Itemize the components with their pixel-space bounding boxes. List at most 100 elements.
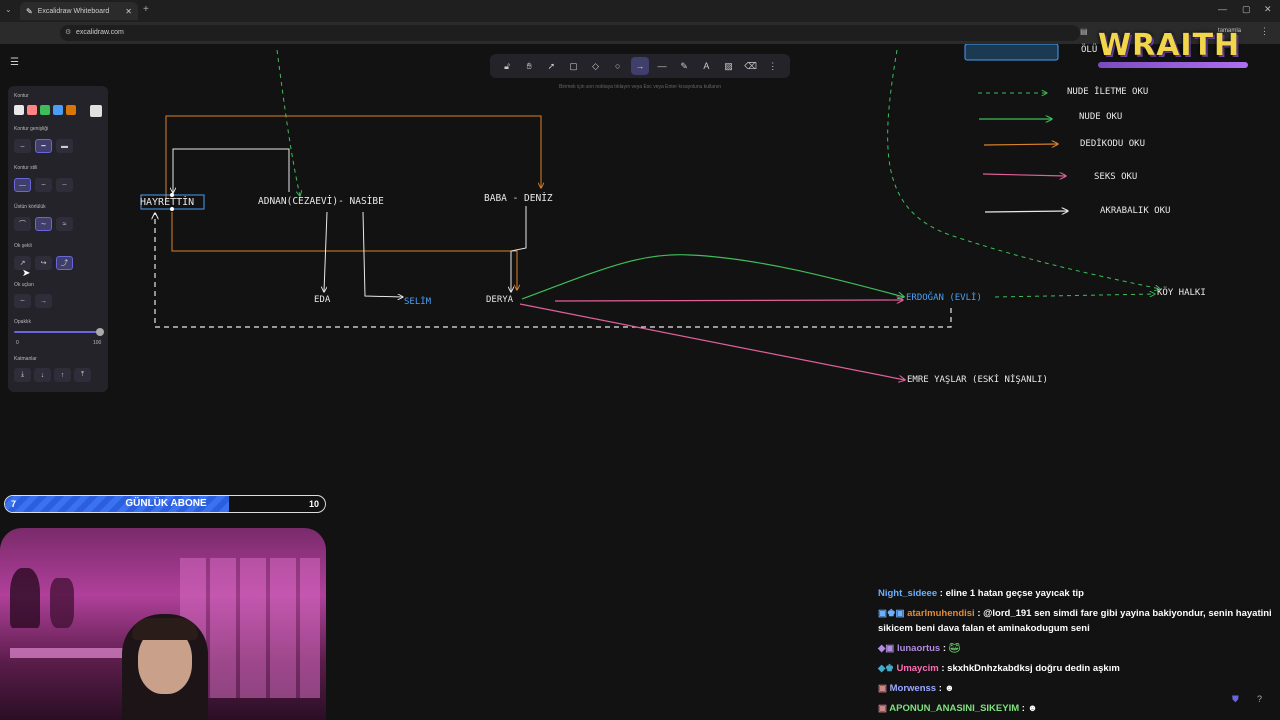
badge-icon: ▣♚▣: [878, 608, 905, 619]
text-tool-icon[interactable]: A: [697, 57, 715, 75]
bring-forward-icon[interactable]: ↑: [54, 368, 71, 382]
node-hayrettin[interactable]: HAYRETTİN: [140, 197, 194, 208]
address-bar: ← → ↻ ⚙ excalidraw.com ▤ tamamla ⋮: [0, 22, 1280, 59]
hand-tool-icon[interactable]: ✋︎: [520, 57, 538, 75]
sloppiness-label: Üstün körlülük: [14, 204, 46, 210]
translate-icon[interactable]: ▤: [1080, 27, 1088, 36]
logo-underline: [1098, 62, 1248, 68]
kinship-arrow-selim[interactable]: [362, 211, 403, 297]
stroke-swatch[interactable]: [66, 105, 76, 115]
maximize-icon[interactable]: ▢: [1242, 4, 1251, 15]
chat-message: ▣ Morwenss : ☻: [878, 681, 1274, 696]
badge-icon: ◆♚: [878, 663, 894, 674]
stroke-swatch[interactable]: [53, 105, 63, 115]
eraser-tool-icon[interactable]: ⌫: [742, 57, 760, 75]
sloppiness-architect-button[interactable]: ⌒: [14, 217, 31, 231]
kinship-arrow-hayrettin[interactable]: [173, 148, 290, 193]
url-field[interactable]: ⚙ excalidraw.com: [60, 25, 1080, 41]
gossip-arrow-baba[interactable]: [165, 115, 541, 200]
sloppiness-artist-button[interactable]: ∼: [35, 217, 52, 231]
stroke-thin-button[interactable]: –: [14, 139, 31, 153]
stroke-dashed-button[interactable]: ┄: [35, 178, 52, 192]
opacity-slider-thumb[interactable]: [96, 328, 104, 336]
arrowhead-start-button[interactable]: ┄: [14, 294, 31, 308]
sloppiness-cartoonist-button[interactable]: ≈: [56, 217, 73, 231]
mouse-cursor-icon: ➤: [22, 268, 31, 279]
stroke-style-label: Kontur stili: [14, 165, 38, 171]
lock-icon[interactable]: 🔓︎: [498, 57, 516, 75]
chat-overlay: Night_sideee : eline 1 hatan geçse yayıc…: [874, 586, 1274, 720]
arrowhead-end-button[interactable]: →: [35, 294, 52, 308]
opacity-slider[interactable]: [14, 331, 100, 333]
image-tool-icon[interactable]: ▨: [719, 57, 737, 75]
stroke-extra-bold-button[interactable]: ▬: [56, 139, 73, 153]
sub-goal-target: 10: [308, 499, 319, 509]
arrow-elbow-button[interactable]: ⤴: [56, 256, 73, 270]
node-erdogan[interactable]: ERDOĞAN (EVLİ): [906, 293, 982, 303]
chat-text: : skxhkDnhzkabdksj doğru dedin aşkım: [941, 663, 1120, 674]
webcam-decor: [50, 578, 74, 628]
more-tools-icon[interactable]: ⋮: [764, 57, 782, 75]
close-window-icon[interactable]: ✕: [1264, 4, 1272, 15]
bring-to-front-icon[interactable]: ⤒: [74, 368, 91, 382]
diamond-tool-icon[interactable]: ◇: [587, 57, 605, 75]
sex-arrow-emre[interactable]: [519, 303, 905, 380]
kinship-dashed-arrow-hayrettin[interactable]: [155, 213, 952, 328]
rectangle-tool-icon[interactable]: ▢: [564, 57, 582, 75]
main-menu-button[interactable]: ☰: [10, 57, 26, 71]
node-selim[interactable]: SELİM: [404, 297, 431, 307]
node-emre[interactable]: EMRE YAŞLAR (ESKİ NİŞANLI): [907, 375, 1048, 385]
site-info-icon[interactable]: ⚙: [65, 25, 71, 41]
legend-nude-label: NUDE OKU: [1079, 112, 1123, 122]
toolbar-hint: Birimek için son noktaya tıklayın veya E…: [558, 84, 722, 90]
stroke-bold-button[interactable]: ━: [35, 139, 52, 153]
nude-forward-arrow-koy[interactable]: [887, 49, 1160, 289]
stroke-width-options: – ━ ▬: [14, 139, 73, 153]
send-to-back-icon[interactable]: ⤓: [14, 368, 31, 382]
send-backward-icon[interactable]: ↓: [34, 368, 51, 382]
arrow-curved-button[interactable]: ↪: [35, 256, 52, 270]
browser-tab[interactable]: ✎ Excalidraw Whiteboard ✕: [20, 2, 138, 20]
node-adnan-nasibe[interactable]: ADNAN(CEZAEVİ)- NASİBE: [258, 196, 384, 207]
stroke-style-options: — ┄ ┈: [14, 178, 73, 192]
stroke-label: Kontur: [14, 93, 29, 99]
stroke-dotted-button[interactable]: ┈: [56, 178, 73, 192]
pencil-tool-icon[interactable]: ✎: [675, 57, 693, 75]
arrow-tool-icon[interactable]: →: [630, 57, 649, 75]
stroke-swatch[interactable]: [27, 105, 37, 115]
sub-goal-current: 7: [11, 499, 17, 509]
browser-tab-bar: ⌄ ✎ Excalidraw Whiteboard ✕ + — ▢ ✕: [0, 0, 1280, 22]
stroke-swatch[interactable]: [40, 105, 50, 115]
sex-arrow-erdogan[interactable]: [554, 300, 903, 301]
sub-goal-bar: GÜNLÜK ABONE 7 10: [4, 495, 326, 513]
kinship-arrow-derya[interactable]: [511, 206, 527, 292]
arrowheads-label: Ok uçları: [14, 282, 35, 288]
more-menu-icon[interactable]: ⋮: [1260, 26, 1269, 37]
kinship-arrow-eda[interactable]: [324, 211, 328, 292]
current-stroke-color[interactable]: [90, 105, 102, 117]
help-icon[interactable]: ?: [1257, 694, 1262, 704]
badge-icon: ◆▣: [878, 643, 895, 654]
tab-list-icon[interactable]: ⌄: [5, 5, 12, 14]
selected-element-box[interactable]: [964, 44, 1059, 61]
webcam-decor: [10, 568, 40, 628]
legend-kinship-arrow: [984, 211, 1068, 212]
node-eda[interactable]: EDA: [314, 295, 330, 305]
stroke-solid-button[interactable]: —: [14, 178, 31, 192]
excalidraw-favicon-icon: ✎: [26, 6, 33, 16]
shield-icon[interactable]: ⛊: [1232, 694, 1239, 705]
node-derya[interactable]: DERYA: [486, 295, 513, 305]
nude-forward-arrow-erdogan-koy[interactable]: [994, 294, 1155, 298]
line-tool-icon[interactable]: —: [653, 57, 671, 75]
selection-tool-icon[interactable]: ➚: [542, 57, 560, 75]
gossip-arrow-derya[interactable]: [171, 212, 517, 290]
minimize-icon[interactable]: —: [1218, 4, 1227, 14]
node-koy-halki[interactable]: KÖY HALKI: [1157, 288, 1206, 298]
new-tab-icon[interactable]: +: [143, 4, 149, 15]
node-baba-deniz[interactable]: BABA - DENİZ: [484, 193, 553, 204]
chat-message: Night_sideee : eline 1 hatan geçse yayıc…: [878, 586, 1274, 601]
stroke-swatch[interactable]: [14, 105, 24, 115]
ellipse-tool-icon[interactable]: ○: [609, 57, 627, 75]
nude-arrow-erdogan[interactable]: [521, 254, 904, 300]
close-tab-icon[interactable]: ✕: [125, 7, 132, 16]
